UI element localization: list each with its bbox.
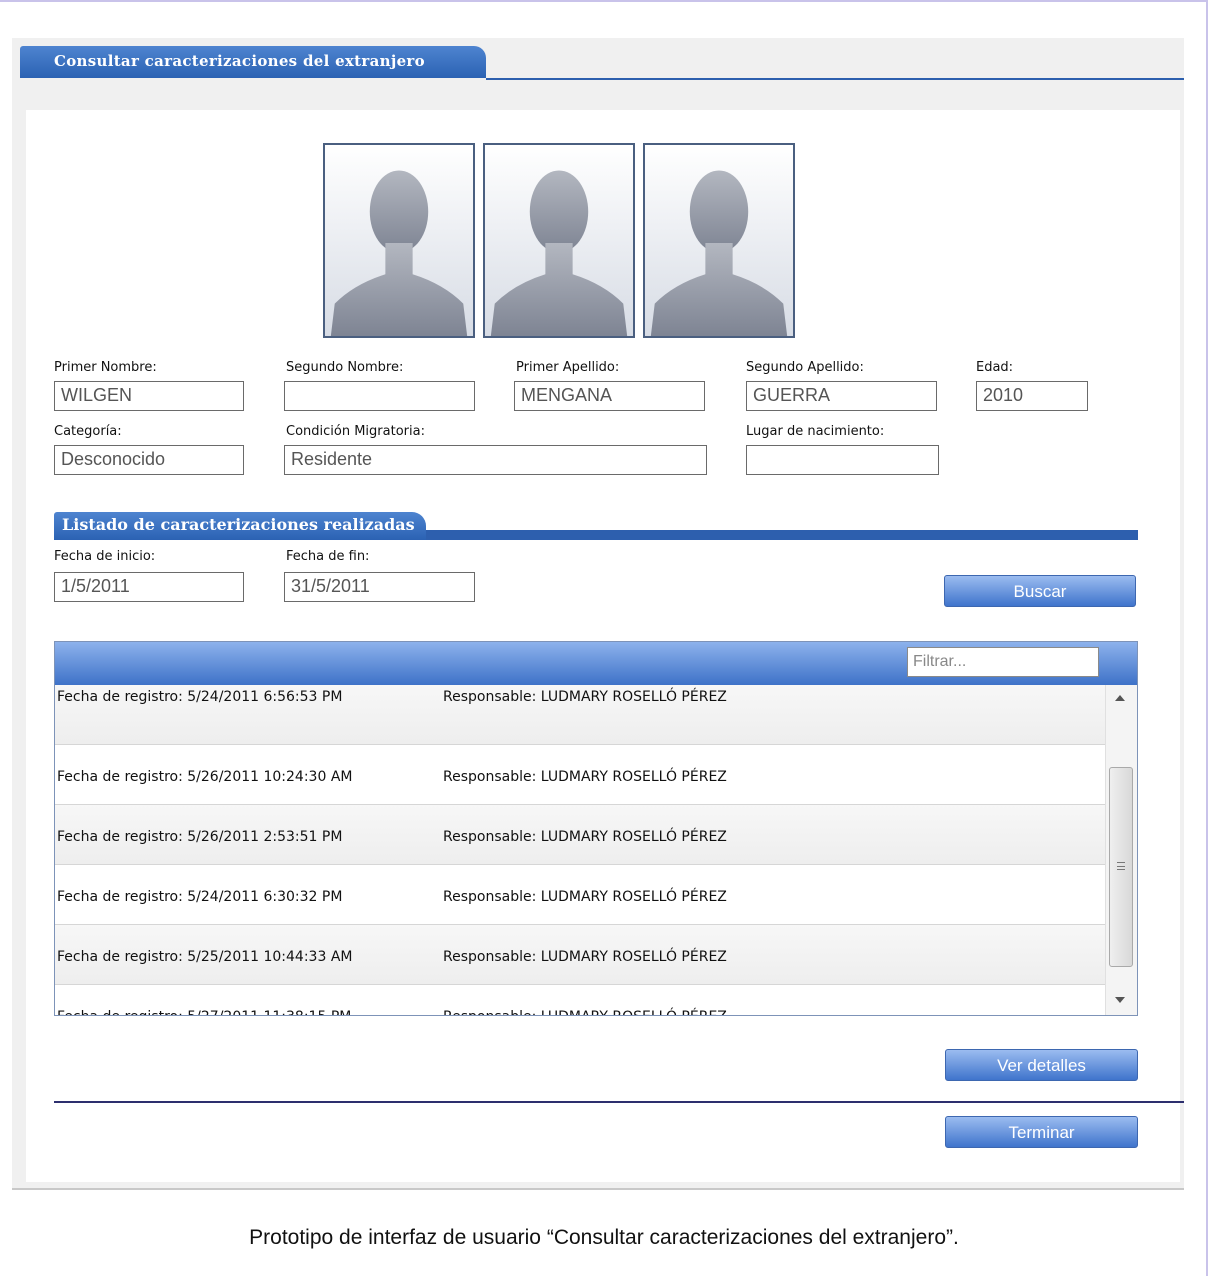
person-silhouette-icon	[330, 170, 468, 336]
row-responsable: Responsable: LUDMARY ROSELLÓ PÉREZ	[443, 889, 727, 905]
primer-apellido-field[interactable]: MENGANA	[514, 381, 705, 411]
segundo-apellido-label: Segundo Apellido:	[746, 360, 864, 375]
list-item[interactable]: Fecha de registro: 5/25/2011 10:44:33 AM…	[55, 925, 1105, 985]
list-item[interactable]: Fecha de registro: 5/24/2011 6:56:53 PM …	[55, 685, 1105, 745]
figure-caption: Prototipo de interfaz de usuario “Consul…	[249, 1226, 959, 1249]
list-item[interactable]: Fecha de registro: 5/27/2011 11:38:15 PM…	[55, 985, 1105, 1015]
scroll-thumb[interactable]	[1109, 767, 1133, 967]
segundo-nombre-field[interactable]	[284, 381, 475, 411]
row-responsable: Responsable: LUDMARY ROSELLÓ PÉREZ	[443, 769, 727, 785]
fecha-inicio-label: Fecha de inicio:	[54, 549, 156, 564]
primer-apellido-label: Primer Apellido:	[516, 360, 620, 375]
row-fecha: Fecha de registro: 5/24/2011 6:30:32 PM	[57, 889, 343, 905]
person-silhouette-icon	[490, 170, 628, 336]
grip-icon	[1117, 862, 1125, 870]
edad-label: Edad:	[976, 360, 1014, 375]
categoria-field[interactable]: Desconocido	[54, 445, 244, 475]
row-responsable: Responsable: LUDMARY ROSELLÓ PÉREZ	[443, 829, 727, 845]
list-item[interactable]: Fecha de registro: 5/24/2011 6:30:32 PM …	[55, 865, 1105, 925]
photo-frame-3[interactable]	[643, 143, 795, 338]
row-fecha: Fecha de registro: 5/24/2011 6:56:53 PM	[57, 689, 343, 705]
scroll-down-arrow-icon[interactable]	[1115, 997, 1125, 1003]
row-responsable: Responsable: LUDMARY ROSELLÓ PÉREZ	[443, 1007, 727, 1015]
segundo-nombre-label: Segundo Nombre:	[286, 360, 404, 375]
filter-input[interactable]: Filtrar...	[907, 647, 1099, 677]
row-responsable: Responsable: LUDMARY ROSELLÓ PÉREZ	[443, 689, 727, 705]
lugar-nacimiento-label: Lugar de nacimiento:	[746, 424, 885, 439]
person-silhouette-icon	[650, 170, 788, 336]
divider	[54, 1101, 1184, 1103]
condicion-migratoria-field[interactable]: Residente	[284, 445, 707, 475]
fecha-fin-field[interactable]: 31/5/2011	[284, 572, 475, 602]
window-title: Consultar caracterizaciones del extranje…	[54, 52, 425, 70]
lugar-nacimiento-field[interactable]	[746, 445, 939, 475]
list-item[interactable]: Fecha de registro: 5/26/2011 2:53:51 PM …	[55, 805, 1105, 865]
condicion-migratoria-label: Condición Migratoria:	[286, 424, 425, 439]
fecha-fin-label: Fecha de fin:	[286, 549, 370, 564]
row-fecha: Fecha de registro: 5/26/2011 2:53:51 PM	[57, 829, 343, 845]
photo-frame-1[interactable]	[323, 143, 475, 338]
row-fecha: Fecha de registro: 5/25/2011 10:44:33 AM	[57, 949, 353, 965]
row-fecha: Fecha de registro: 5/27/2011 11:38:15 PM	[57, 1007, 351, 1015]
list-item[interactable]: Fecha de registro: 5/26/2011 10:24:30 AM…	[55, 745, 1105, 805]
results-grid: Filtrar... Fecha de registro: 5/24/2011 …	[54, 641, 1138, 1016]
section-title: Listado de caracterizaciones realizadas	[62, 515, 415, 534]
grid-rows: Fecha de registro: 5/24/2011 6:56:53 PM …	[55, 685, 1105, 1015]
grid-header: Filtrar...	[55, 642, 1137, 685]
photo-frame-2[interactable]	[483, 143, 635, 338]
row-responsable: Responsable: LUDMARY ROSELLÓ PÉREZ	[443, 949, 727, 965]
scroll-up-arrow-icon[interactable]	[1115, 695, 1125, 701]
categoria-label: Categoría:	[54, 424, 122, 439]
ver-detalles-button[interactable]: Ver detalles	[945, 1049, 1138, 1081]
window-title-tab: Consultar caracterizaciones del extranje…	[20, 46, 486, 78]
buscar-button[interactable]: Buscar	[944, 575, 1136, 607]
title-rule	[486, 78, 1184, 80]
vertical-scrollbar[interactable]	[1105, 685, 1137, 1015]
primer-nombre-label: Primer Nombre:	[54, 360, 157, 375]
fecha-inicio-field[interactable]: 1/5/2011	[54, 572, 244, 602]
primer-nombre-field[interactable]: WILGEN	[54, 381, 244, 411]
section-header: Listado de caracterizaciones realizadas	[54, 512, 426, 540]
edad-field[interactable]: 2010	[976, 381, 1088, 411]
row-fecha: Fecha de registro: 5/26/2011 10:24:30 AM	[57, 769, 353, 785]
terminar-button[interactable]: Terminar	[945, 1116, 1138, 1148]
segundo-apellido-field[interactable]: GUERRA	[746, 381, 937, 411]
